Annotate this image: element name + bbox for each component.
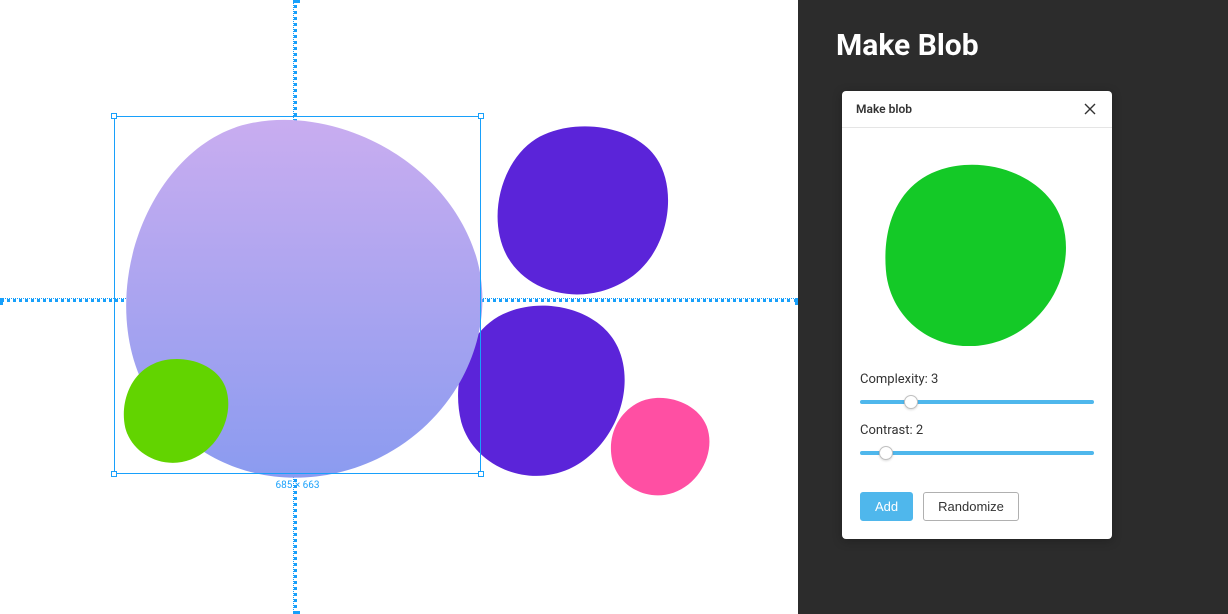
blob-green-small[interactable] — [122, 356, 234, 466]
panel-header: Make blob — [842, 91, 1112, 128]
slider-thumb[interactable] — [879, 446, 893, 460]
blob-preview — [842, 128, 1112, 372]
complexity-label: Complexity: 3 — [860, 372, 1094, 387]
panel-actions: Add Randomize — [842, 492, 1112, 539]
blob-purple-top[interactable] — [486, 123, 678, 301]
preview-blob — [882, 160, 1072, 346]
contrast-label: Contrast: 2 — [860, 423, 1094, 438]
canvas-area[interactable]: 685 × 663 — [0, 0, 798, 614]
slider-thumb[interactable] — [904, 395, 918, 409]
complexity-slider[interactable] — [860, 395, 1094, 409]
sidebar: Make Blob Make blob Complexity: 3 — [798, 0, 1228, 614]
close-button[interactable] — [1082, 101, 1098, 117]
complexity-control: Complexity: 3 — [860, 372, 1094, 409]
make-blob-panel: Make blob Complexity: 3 Contrast: — [842, 91, 1112, 539]
slider-track — [860, 400, 1094, 404]
contrast-control: Contrast: 2 — [860, 423, 1094, 460]
page-title: Make Blob — [836, 28, 1190, 63]
slider-track — [860, 451, 1094, 455]
randomize-button[interactable]: Randomize — [923, 492, 1019, 521]
add-button[interactable]: Add — [860, 492, 913, 521]
panel-controls: Complexity: 3 Contrast: 2 — [842, 372, 1112, 492]
blob-pink[interactable] — [610, 394, 714, 500]
close-icon — [1084, 103, 1096, 115]
contrast-slider[interactable] — [860, 446, 1094, 460]
panel-title: Make blob — [856, 102, 912, 116]
selection-dimensions: 685 × 663 — [275, 480, 319, 491]
